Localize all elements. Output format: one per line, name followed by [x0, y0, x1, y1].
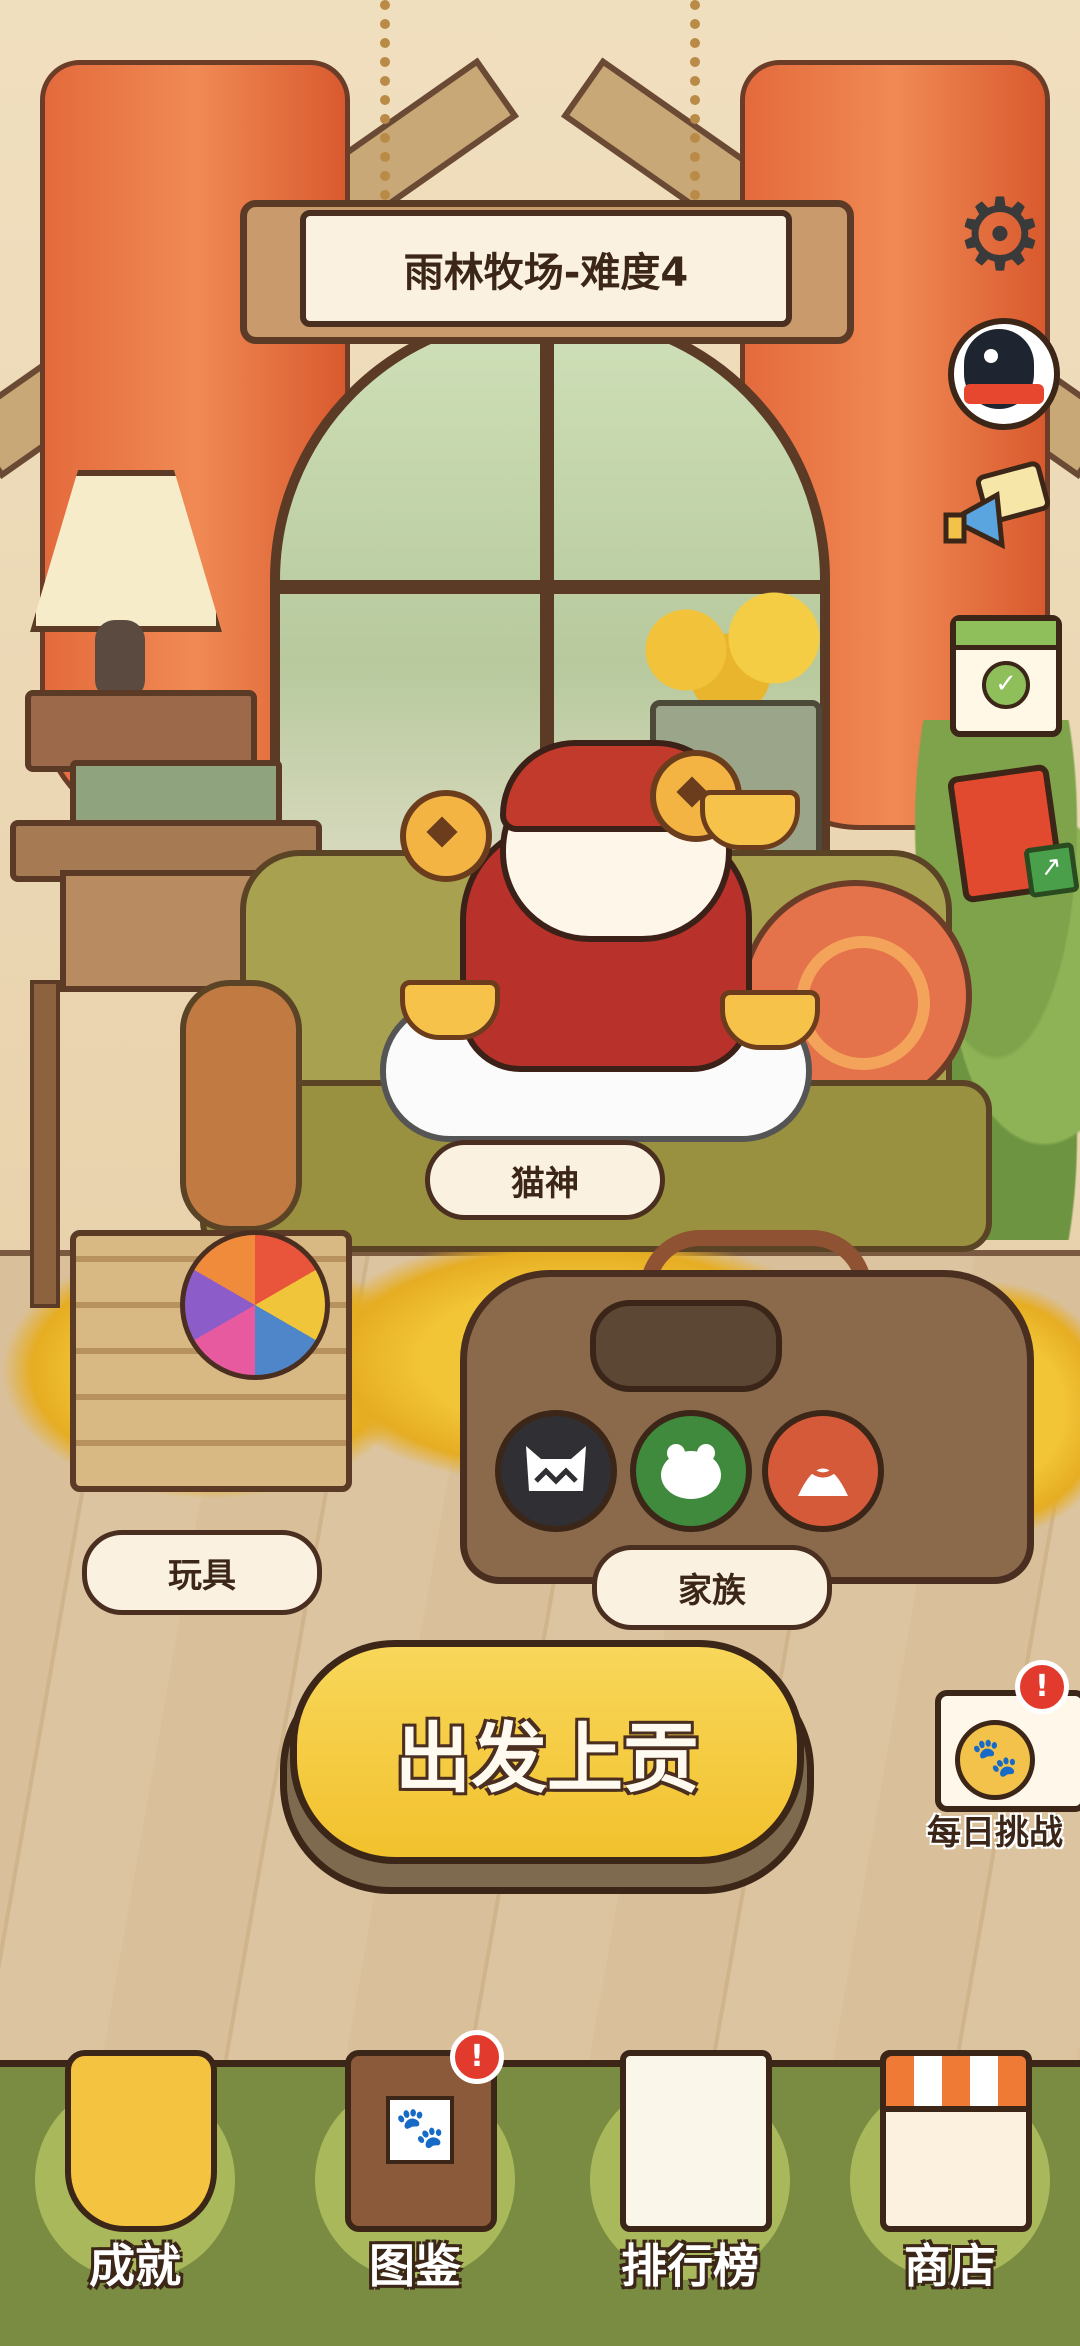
nav-leaderboard[interactable]: 排行榜 — [575, 2030, 805, 2330]
bag-window — [590, 1300, 782, 1392]
cat-god-label[interactable]: 猫神 — [425, 1140, 665, 1220]
nav-label: 图鉴 — [369, 2239, 461, 2293]
green-frog-icon[interactable] — [630, 1410, 752, 1532]
sofa-arm-left — [180, 980, 302, 1232]
pinwheel-toy-icon — [180, 1230, 330, 1380]
megaphone-mail-icon[interactable] — [942, 460, 1052, 570]
gold-ingot-icon — [700, 790, 800, 850]
nav-collection[interactable]: ! 图鉴 — [300, 2030, 530, 2330]
trophy-icon — [65, 2050, 217, 2232]
daily-challenge-label: 每日挑战 — [927, 1813, 1063, 1853]
shop-icon — [880, 2050, 1032, 2232]
nav-label: 排行榜 — [621, 2239, 759, 2293]
lamp-base — [95, 620, 145, 700]
nav-achievements[interactable]: 成就 — [20, 2030, 250, 2330]
scroll-icon — [620, 2050, 772, 2232]
gear-icon[interactable]: ⚙ — [950, 185, 1050, 285]
family-button[interactable]: 家族 — [592, 1545, 832, 1630]
sign-chain-right — [690, 0, 730, 200]
red-packet-share-icon[interactable]: ↗ — [946, 763, 1080, 904]
alert-badge: ! — [1015, 1660, 1069, 1714]
level-title: 雨林牧场-难度4 — [300, 210, 792, 327]
qq-penguin-icon[interactable] — [948, 318, 1060, 430]
gold-ingot-icon — [400, 980, 500, 1040]
gold-coin-icon — [400, 790, 492, 882]
alert-badge: ! — [450, 2030, 504, 2084]
yellow-flowers — [620, 590, 840, 710]
depart-tribute-button[interactable]: 出发上贡 — [290, 1640, 804, 1864]
sign-chain-left — [380, 0, 420, 200]
daily-challenge-button[interactable]: 🐾 ! 每日挑战 — [905, 1660, 1080, 1860]
gold-ingot-icon — [720, 990, 820, 1050]
nav-shop[interactable]: 商店 — [835, 2030, 1065, 2330]
table-leg — [30, 980, 60, 1308]
nav-label: 成就 — [89, 2239, 181, 2293]
cat-face-icon[interactable] — [495, 1410, 617, 1532]
nav-label: 商店 — [904, 2239, 996, 2293]
toy-button[interactable]: 玩具 — [82, 1530, 322, 1615]
calendar-check-icon[interactable]: ✓ — [950, 615, 1062, 737]
paw-icon: 🐾 — [955, 1720, 1035, 1800]
orange-bag-icon[interactable] — [762, 1410, 884, 1532]
